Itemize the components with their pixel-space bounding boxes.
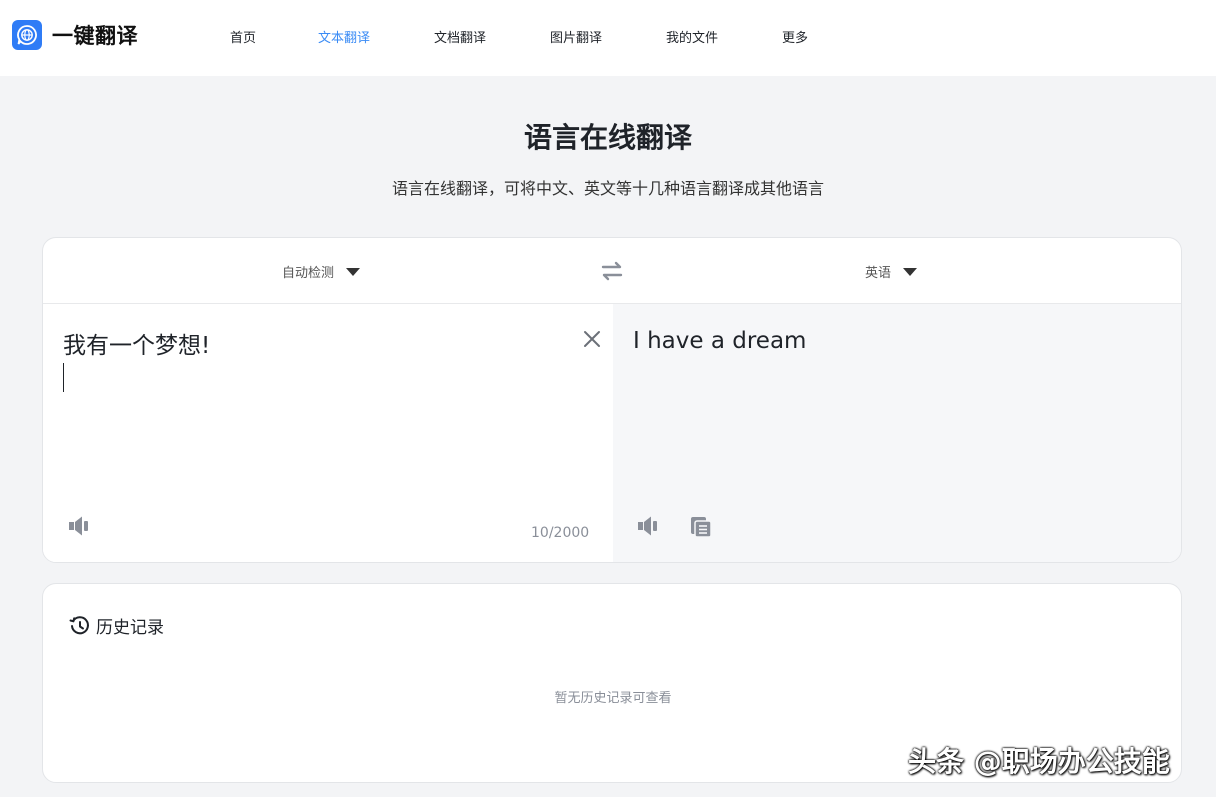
history-clock-icon [69,615,89,634]
page-title: 语言在线翻译 [523,121,692,154]
speaker-icon [69,516,88,536]
top-navigation-bar: 一键翻译 首页 文本翻译 文档翻译 图片翻译 我的文件 更多 [0,0,1216,76]
nav-item-text-translate[interactable]: 文本翻译 [318,27,370,46]
caret-down-icon [346,267,361,276]
copy-button[interactable] [689,515,713,539]
source-language-select[interactable]: 自动检测 [282,262,361,281]
character-counter: 10/2000 [531,525,590,541]
nav-item-my-files[interactable]: 我的文件 [666,27,718,46]
target-language-select[interactable]: 英语 [865,262,918,281]
text-cursor [63,363,64,392]
target-language-label: 英语 [865,266,892,281]
nav-item-image-translate[interactable]: 图片翻译 [550,27,602,46]
source-language-label: 自动检测 [282,266,335,281]
translation-result-pane: I have a dream [613,304,1181,562]
source-text-input[interactable]: 我有一个梦想! [63,326,210,360]
close-icon [584,331,600,347]
language-bar: 自动检测 英语 [43,238,1181,304]
page-subtitle: 语言在线翻译，可将中文、英文等十几种语言翻译成其他语言 [391,179,824,198]
nav-item-document-translate[interactable]: 文档翻译 [434,27,486,46]
swap-languages-button[interactable] [599,260,625,282]
nav-item-more[interactable]: 更多 [782,27,808,46]
history-empty-message: 暂无历史记录可查看 [554,691,672,706]
watermark: 头条 @职场办公技能 [908,745,1170,778]
brand-name: 一键翻译 [52,24,138,48]
swap-arrows-icon [601,261,623,281]
source-text-pane[interactable]: 我有一个梦想! 10/2000 [43,304,613,562]
speaker-icon [638,516,657,536]
source-speak-button[interactable] [68,515,92,537]
caret-down-icon [903,267,918,276]
brand[interactable]: 一键翻译 [12,20,138,50]
translated-text: I have a dream [633,328,807,354]
globe-chat-icon [12,20,42,50]
result-speak-button[interactable] [637,515,661,537]
history-title: 历史记录 [96,618,164,638]
history-header: 历史记录 [69,613,164,638]
clear-text-button[interactable] [583,330,601,348]
translation-card: 自动检测 英语 我有一个梦想! 10/2000 I have a dream [42,237,1182,563]
nav-item-home[interactable]: 首页 [230,27,256,46]
copy-icon [691,517,712,538]
